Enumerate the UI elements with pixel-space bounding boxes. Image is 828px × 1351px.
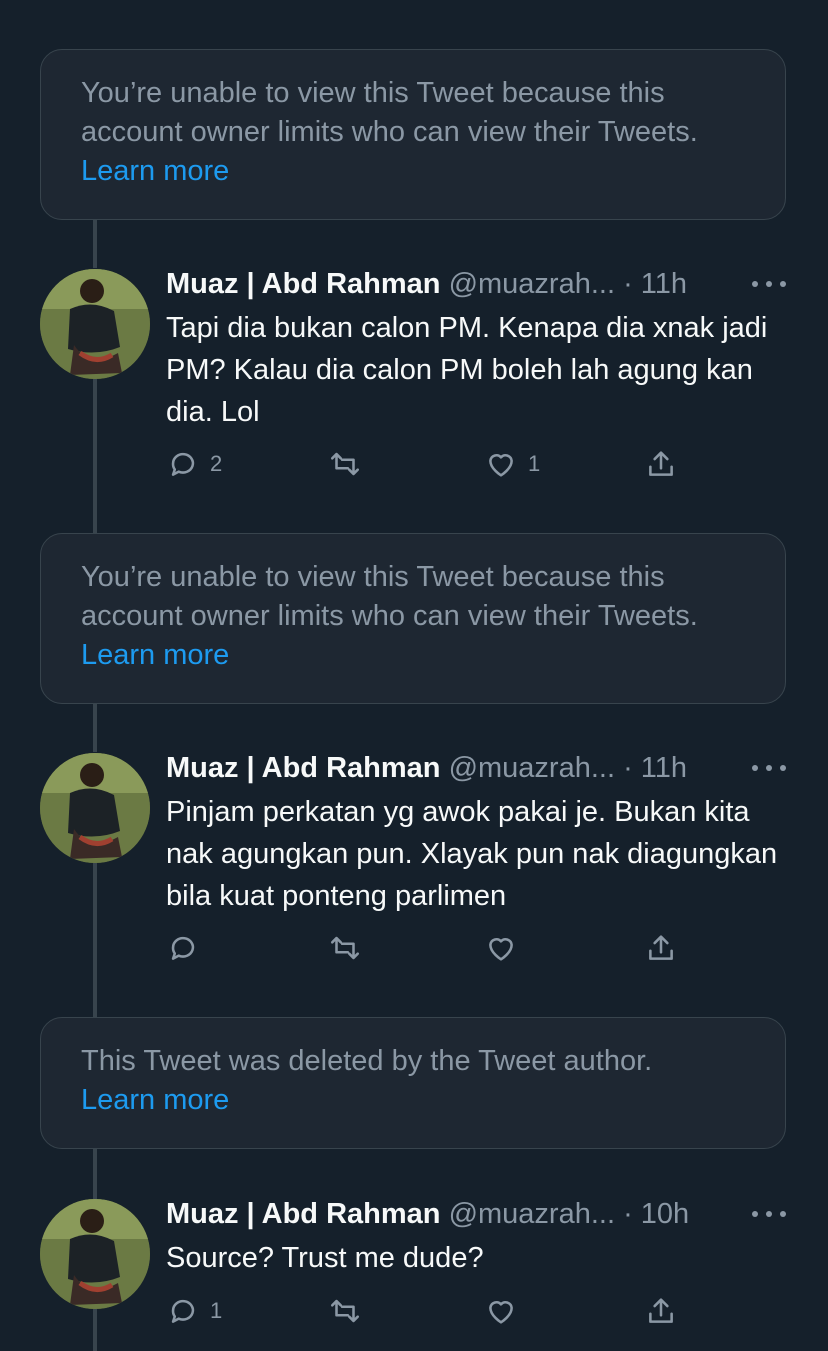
notice-text: This Tweet was deleted by the Tweet auth… xyxy=(81,1045,653,1077)
reply-icon xyxy=(171,452,195,476)
reply-button[interactable]: 1 xyxy=(166,1294,222,1328)
display-name[interactable]: Muaz | Abd Rahman xyxy=(166,1198,441,1230)
thread-line xyxy=(93,704,97,752)
heart-icon xyxy=(489,938,513,961)
avatar[interactable] xyxy=(40,1199,150,1309)
timestamp[interactable]: · 10h xyxy=(623,1198,689,1230)
thread-line xyxy=(93,357,97,534)
learn-more-link[interactable]: Learn more xyxy=(81,639,229,671)
learn-more-link[interactable]: Learn more xyxy=(81,155,229,187)
avatar[interactable] xyxy=(40,269,150,379)
timestamp[interactable]: · 11h xyxy=(623,268,687,300)
learn-more-link[interactable]: Learn more xyxy=(81,1084,229,1116)
notice-text: You’re unable to view this Tweet because… xyxy=(81,561,698,632)
share-button[interactable] xyxy=(644,447,678,481)
reply-count: 1 xyxy=(210,1298,223,1323)
like-button[interactable]: 1 xyxy=(484,447,540,481)
unavailable-tweet-notice: You’re unable to view this Tweet because… xyxy=(40,49,786,220)
tweet-header: Muaz | Abd Rahman @muazrah... · 10h xyxy=(166,1197,689,1231)
heart-icon xyxy=(489,454,513,477)
tweet-text: Source? Trust me dude? xyxy=(166,1242,484,1274)
share-icon xyxy=(649,935,673,960)
share-icon xyxy=(649,451,673,476)
like-count: 1 xyxy=(528,451,541,476)
avatar[interactable] xyxy=(40,753,150,863)
reply-button[interactable]: 2 xyxy=(166,447,222,481)
retweet-icon xyxy=(330,936,360,960)
reply-icon xyxy=(171,936,195,960)
tweet-text: Pinjam perkatan yg awok pakai je. Bukan … xyxy=(166,796,778,912)
more-icon[interactable] xyxy=(752,763,786,773)
heart-icon xyxy=(489,1301,513,1324)
tweet-header: Muaz | Abd Rahman @muazrah... · 11h xyxy=(166,267,687,301)
share-button[interactable] xyxy=(644,931,678,965)
tweet-actions: 2 1 xyxy=(166,447,706,481)
username[interactable]: @muazrah... xyxy=(449,268,615,300)
like-button[interactable] xyxy=(484,1294,528,1328)
notice-text: You’re unable to view this Tweet because… xyxy=(81,77,698,148)
tweet-header: Muaz | Abd Rahman @muazrah... · 11h xyxy=(166,751,687,785)
more-icon[interactable] xyxy=(752,1209,786,1219)
unavailable-tweet-notice: You’re unable to view this Tweet because… xyxy=(40,533,786,704)
thread-line xyxy=(93,1149,97,1199)
share-button[interactable] xyxy=(644,1294,678,1328)
retweet-button[interactable] xyxy=(328,931,372,965)
display-name[interactable]: Muaz | Abd Rahman xyxy=(166,752,441,784)
reply-icon xyxy=(171,1299,195,1323)
thread-line xyxy=(93,841,97,1018)
username[interactable]: @muazrah... xyxy=(449,1198,615,1230)
display-name[interactable]: Muaz | Abd Rahman xyxy=(166,268,441,300)
thread-line xyxy=(93,220,97,268)
retweet-icon xyxy=(330,452,360,476)
reply-count: 2 xyxy=(210,451,223,476)
deleted-tweet-notice: This Tweet was deleted by the Tweet auth… xyxy=(40,1017,786,1149)
retweet-button[interactable] xyxy=(328,447,372,481)
timestamp[interactable]: · 11h xyxy=(623,752,687,784)
more-icon[interactable] xyxy=(752,279,786,289)
retweet-icon xyxy=(330,1299,360,1323)
reply-button[interactable] xyxy=(166,931,210,965)
retweet-button[interactable] xyxy=(328,1294,372,1328)
username[interactable]: @muazrah... xyxy=(449,752,615,784)
share-icon xyxy=(649,1298,673,1323)
like-button[interactable] xyxy=(484,931,528,965)
tweet-actions xyxy=(166,931,706,965)
tweet-actions: 1 xyxy=(166,1294,706,1328)
tweet-text: Tapi dia bukan calon PM. Kenapa dia xnak… xyxy=(166,312,768,428)
